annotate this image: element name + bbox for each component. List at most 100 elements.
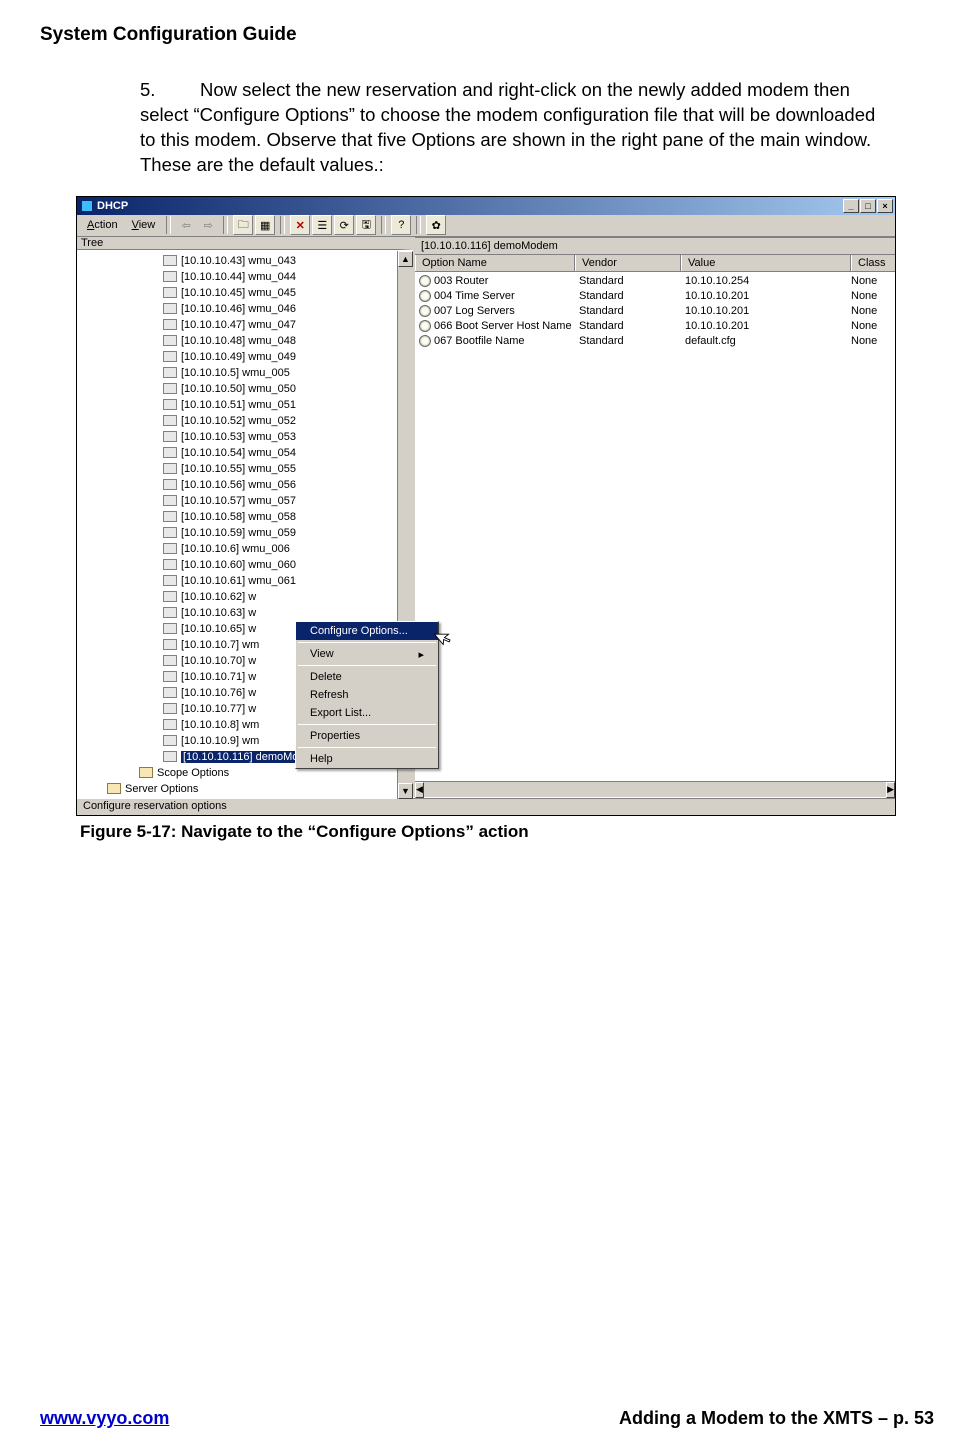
option-row[interactable]: 066 Boot Server Host NameStandard10.10.1… (415, 319, 895, 334)
tree-item[interactable]: [10.10.10.48] wmu_048 (79, 333, 397, 349)
properties-button[interactable]: ☰ (312, 215, 332, 235)
tree-item[interactable]: [10.10.10.45] wmu_045 (79, 285, 397, 301)
maximize-button[interactable]: □ (860, 199, 876, 213)
scroll-left-icon[interactable]: ◀ (415, 782, 424, 798)
ctx-export[interactable]: Export List... (296, 704, 438, 722)
option-class: None (851, 305, 895, 317)
tree-item-label: [10.10.10.65] w (181, 623, 256, 635)
minimize-button[interactable]: _ (843, 199, 859, 213)
tree-item-label: [10.10.10.43] wmu_043 (181, 255, 296, 267)
extra-button[interactable]: ✿ (426, 215, 446, 235)
tree-item[interactable]: [10.10.10.5] wmu_005 (79, 365, 397, 381)
reservation-icon (163, 351, 177, 362)
option-class: None (851, 290, 895, 302)
tree-item-label: [10.10.10.9] wm (181, 735, 259, 747)
tree-server-options[interactable]: Server Options (79, 781, 397, 797)
show-hide-button[interactable]: ▦ (255, 215, 275, 235)
tree-item-label: [10.10.10.62] w (181, 591, 256, 603)
tree-item-label: [10.10.10.49] wmu_049 (181, 351, 296, 363)
tree-item-label: [10.10.10.54] wmu_054 (181, 447, 296, 459)
footer-link[interactable]: www.vyyo.com (40, 1408, 169, 1429)
titlebar: DHCP _ □ × (77, 197, 895, 215)
tree-item-label: [10.10.10.5] wmu_005 (181, 367, 290, 379)
tree-item-label: [10.10.10.47] wmu_047 (181, 319, 296, 331)
close-button[interactable]: × (877, 199, 893, 213)
delete-button[interactable]: ✕ (290, 215, 310, 235)
tree-item[interactable]: [10.10.10.51] wmu_051 (79, 397, 397, 413)
tree-item[interactable]: [10.10.10.43] wmu_043 (79, 253, 397, 269)
scroll-right-icon[interactable]: ▶ (886, 782, 895, 798)
tree-header[interactable]: Tree (77, 237, 413, 250)
list-hscrollbar[interactable]: ◀ ▶ (415, 781, 895, 797)
column-headers[interactable]: Option Name Vendor Value Class (415, 255, 895, 272)
tree-item[interactable]: [10.10.10.63] w (79, 605, 397, 621)
option-vendor: Standard (575, 290, 681, 302)
tree-item[interactable]: [10.10.10.60] wmu_060 (79, 557, 397, 573)
up-folder-button[interactable]: 🗀 (233, 215, 253, 235)
ctx-properties[interactable]: Properties (296, 727, 438, 745)
tree-item[interactable]: [10.10.10.6] wmu_006 (79, 541, 397, 557)
tree-item-label: [10.10.10.77] w (181, 703, 256, 715)
option-row[interactable]: 004 Time ServerStandard10.10.10.201None (415, 289, 895, 304)
tree-item[interactable]: [10.10.10.57] wmu_057 (79, 493, 397, 509)
tree-item-label: [10.10.10.70] w (181, 655, 256, 667)
refresh-button[interactable]: ⟳ (334, 215, 354, 235)
option-row[interactable]: 007 Log ServersStandard10.10.10.201None (415, 304, 895, 319)
tree-item[interactable]: [10.10.10.61] wmu_061 (79, 573, 397, 589)
ctx-divider (298, 642, 436, 643)
tree-item[interactable]: [10.10.10.54] wmu_054 (79, 445, 397, 461)
tree-item[interactable]: [10.10.10.59] wmu_059 (79, 525, 397, 541)
tree-item[interactable]: [10.10.10.44] wmu_044 (79, 269, 397, 285)
ctx-view[interactable]: View▸ (296, 645, 438, 663)
dhcp-window: DHCP _ □ × Action View ⇦ ⇨ 🗀 ▦ ✕ ☰ ⟳ 🖫 ? (76, 196, 896, 816)
scroll-down-icon[interactable]: ▼ (398, 783, 413, 799)
instruction-step: 5.Now select the new reservation and rig… (140, 78, 894, 178)
doc-title: System Configuration Guide (40, 24, 934, 46)
menubar: Action View ⇦ ⇨ 🗀 ▦ ✕ ☰ ⟳ 🖫 ? ✿ (77, 215, 895, 237)
tree-item-label: [10.10.10.52] wmu_052 (181, 415, 296, 427)
option-row[interactable]: 003 RouterStandard10.10.10.254None (415, 274, 895, 289)
tree-item-label: [10.10.10.56] wmu_056 (181, 479, 296, 491)
option-row[interactable]: 067 Bootfile NameStandarddefault.cfgNone (415, 334, 895, 349)
reservation-icon (163, 431, 177, 442)
path-header: [10.10.10.116] demoModem (415, 237, 895, 255)
tree-item[interactable]: [10.10.10.62] w (79, 589, 397, 605)
tree-item[interactable]: [10.10.10.53] wmu_053 (79, 429, 397, 445)
option-icon (419, 275, 431, 287)
tree-item[interactable]: [10.10.10.47] wmu_047 (79, 317, 397, 333)
tree-item-label: [10.10.10.46] wmu_046 (181, 303, 296, 315)
toolbar-divider (381, 216, 386, 234)
col-option-name[interactable]: Option Name (415, 255, 575, 271)
col-class[interactable]: Class (851, 255, 895, 271)
col-value[interactable]: Value (681, 255, 851, 271)
tree-item-label: Scope Options (157, 767, 229, 779)
ctx-help[interactable]: Help (296, 750, 438, 768)
tree-item[interactable]: [10.10.10.52] wmu_052 (79, 413, 397, 429)
reservation-icon (163, 591, 177, 602)
menu-view[interactable]: View (126, 217, 162, 233)
option-vendor: Standard (575, 335, 681, 347)
tree-item[interactable]: [10.10.10.50] wmu_050 (79, 381, 397, 397)
menu-action[interactable]: Action (81, 217, 124, 233)
tree-item[interactable]: [10.10.10.55] wmu_055 (79, 461, 397, 477)
back-button[interactable]: ⇦ (176, 215, 196, 235)
scroll-up-icon[interactable]: ▲ (398, 251, 413, 267)
reservation-icon (163, 303, 177, 314)
tree-item[interactable]: [10.10.10.56] wmu_056 (79, 477, 397, 493)
forward-button[interactable]: ⇨ (198, 215, 218, 235)
col-vendor[interactable]: Vendor (575, 255, 681, 271)
tree-item[interactable]: [10.10.10.49] wmu_049 (79, 349, 397, 365)
ctx-refresh[interactable]: Refresh (296, 686, 438, 704)
toolbar-divider (223, 216, 228, 234)
reservation-icon (163, 559, 177, 570)
help-button[interactable]: ? (391, 215, 411, 235)
reservation-icon (163, 735, 177, 746)
tree-item[interactable]: [10.10.10.58] wmu_058 (79, 509, 397, 525)
tree-item-label: [10.10.10.57] wmu_057 (181, 495, 296, 507)
ctx-configure-options[interactable]: Configure Options... (296, 622, 438, 640)
ctx-divider (298, 747, 436, 748)
step-number: 5. (140, 78, 200, 103)
tree-item[interactable]: [10.10.10.46] wmu_046 (79, 301, 397, 317)
export-button[interactable]: 🖫 (356, 215, 376, 235)
ctx-delete[interactable]: Delete (296, 668, 438, 686)
